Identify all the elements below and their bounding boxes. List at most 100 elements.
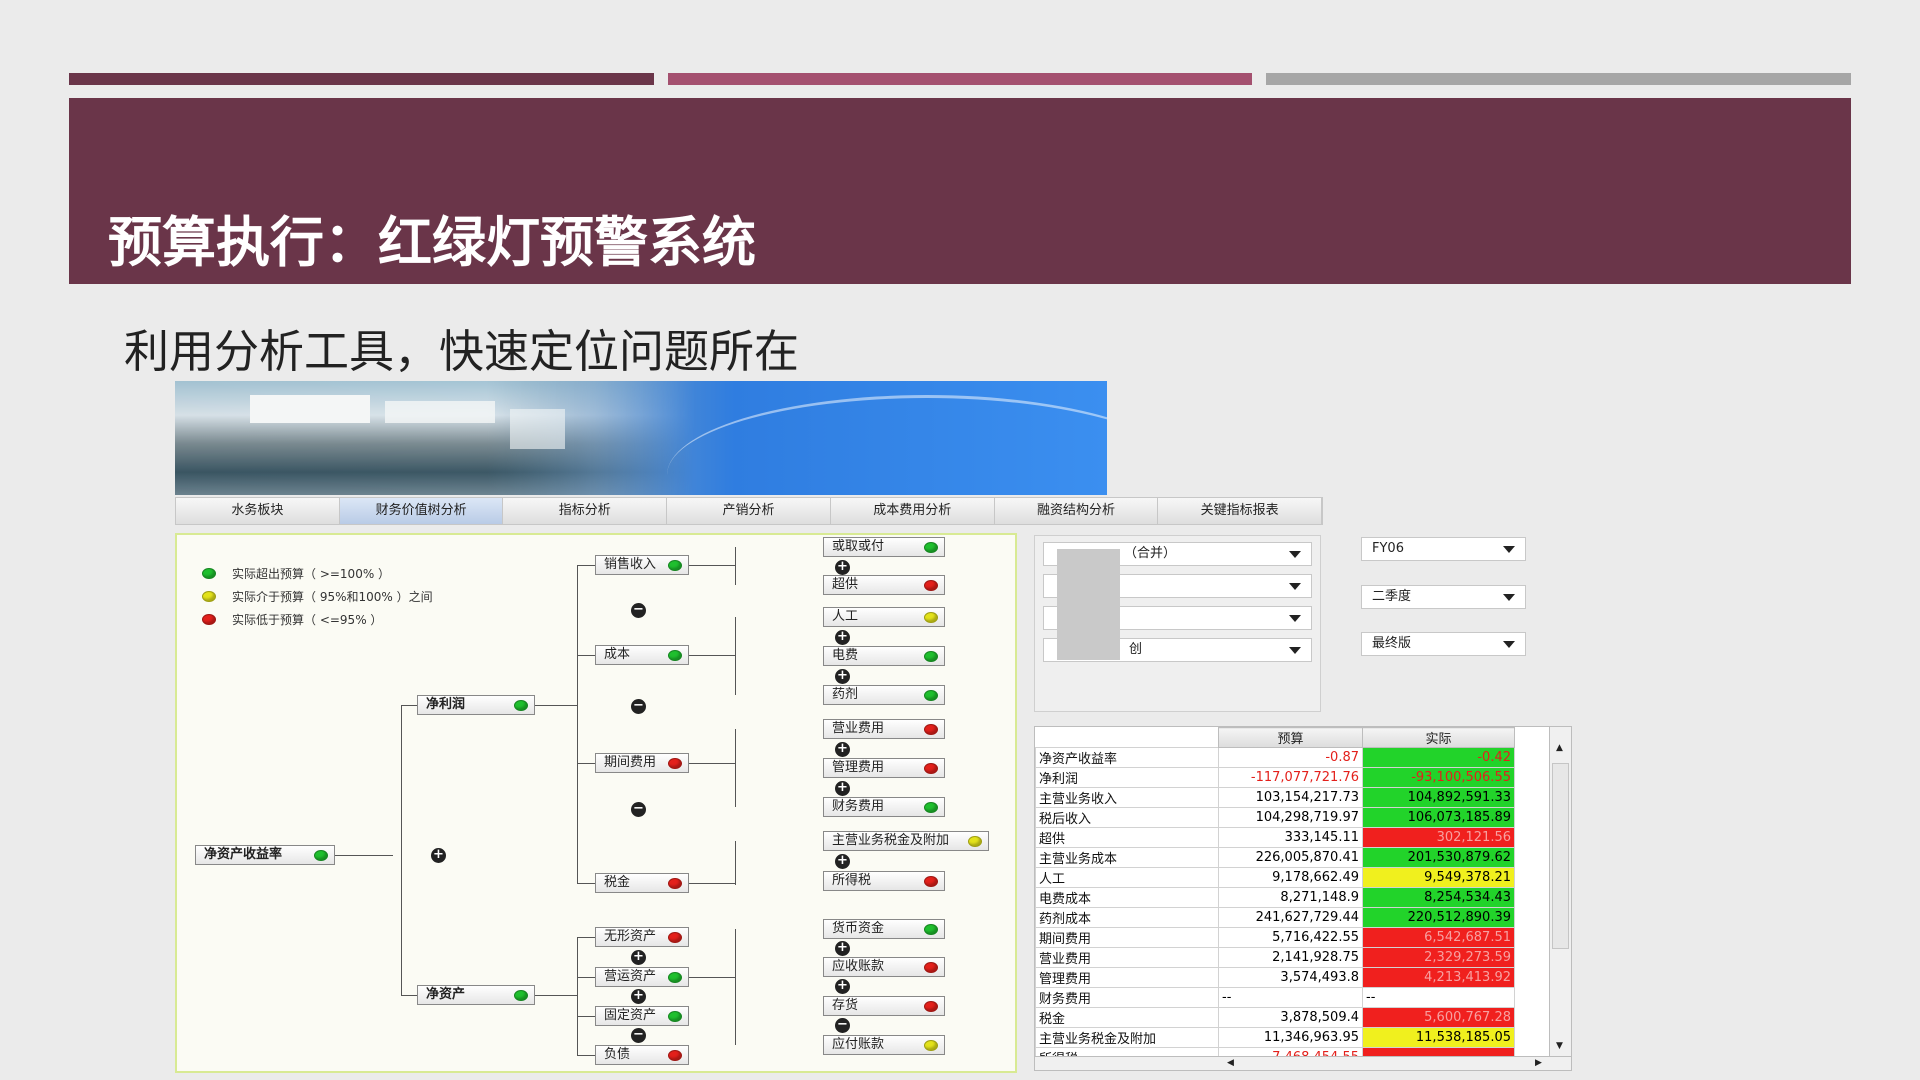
- collapse-icon[interactable]: −: [835, 1018, 850, 1033]
- tab-water[interactable]: 水务板块: [176, 498, 340, 524]
- tree-node-income-tax[interactable]: 所得税: [823, 871, 945, 891]
- header-budget[interactable]: 预算: [1218, 727, 1363, 748]
- horizontal-scrollbar[interactable]: ◀ ▶: [1035, 1056, 1571, 1070]
- collapse-icon[interactable]: −: [631, 802, 646, 817]
- tab-financing[interactable]: 融资结构分析: [994, 498, 1159, 524]
- header-actual[interactable]: 实际: [1362, 727, 1515, 748]
- year-select[interactable]: FY06: [1361, 537, 1526, 561]
- tree-node-operating-exp[interactable]: 营业费用: [823, 719, 945, 739]
- connector: [689, 565, 735, 566]
- table-row[interactable]: 税后收入 104,298,719.97 106,073,185.89: [1035, 807, 1515, 828]
- tree-node-payables[interactable]: 应付账款: [823, 1035, 945, 1055]
- budget-cell: 226,005,870.41: [1218, 847, 1363, 868]
- tree-node-roe[interactable]: 净资产收益率: [195, 845, 335, 865]
- expand-icon[interactable]: +: [631, 989, 646, 1004]
- tree-node-finance-exp[interactable]: 财务费用: [823, 797, 945, 817]
- node-label: 净资产收益率: [204, 847, 283, 862]
- tree-node-net-profit[interactable]: 净利润: [417, 695, 535, 715]
- scroll-up-icon[interactable]: ▲: [1556, 743, 1563, 753]
- table-row[interactable]: 人工 9,178,662.49 9,549,378.21: [1035, 867, 1515, 888]
- actual-cell: 106,073,185.89: [1362, 807, 1515, 828]
- tree-node-fixed-assets[interactable]: 固定资产: [595, 1006, 689, 1026]
- tree-node-inventory[interactable]: 存货: [823, 996, 945, 1016]
- node-label: 营运资产: [604, 969, 657, 984]
- tree-node-cost[interactable]: 成本: [595, 645, 689, 665]
- tree-node-admin-exp[interactable]: 管理费用: [823, 758, 945, 778]
- tree-node-labor[interactable]: 人工: [823, 607, 945, 627]
- table-row[interactable]: 主营业务成本 226,005,870.41 201,530,879.62: [1035, 847, 1515, 868]
- expand-icon[interactable]: +: [835, 669, 850, 684]
- table-row[interactable]: 药剂成本 241,627,729.44 220,512,890.39: [1035, 907, 1515, 928]
- table-row[interactable]: 期间费用 5,716,422.55 6,542,687.51: [1035, 927, 1515, 948]
- building-shape: [385, 401, 495, 423]
- expand-icon[interactable]: +: [835, 560, 850, 575]
- table-row[interactable]: 超供 333,145.11 302,121.56: [1035, 827, 1515, 848]
- table-row[interactable]: 主营业务税金及附加 11,346,963.95 11,538,185.05: [1035, 1027, 1515, 1048]
- table-row[interactable]: 净资产收益率 -0.87 -0.42: [1035, 747, 1515, 768]
- tree-node-chemicals[interactable]: 药剂: [823, 685, 945, 705]
- tree-node-receivables[interactable]: 应收账款: [823, 957, 945, 977]
- status-light-icon: [924, 690, 938, 701]
- tree-node-tax[interactable]: 税金: [595, 873, 689, 893]
- expand-icon[interactable]: +: [835, 781, 850, 796]
- table-row[interactable]: 营业费用 2,141,928.75 2,329,273.59: [1035, 947, 1515, 968]
- row-label: 营业费用: [1035, 947, 1219, 968]
- tree-node-liabilities[interactable]: 负债: [595, 1045, 689, 1065]
- connector: [735, 617, 736, 695]
- collapse-icon[interactable]: −: [631, 603, 646, 618]
- status-light-icon: [668, 1011, 682, 1022]
- scroll-thumb[interactable]: [1552, 763, 1569, 949]
- table-row[interactable]: 净利润 -117,077,721.76 -93,100,506.55: [1035, 767, 1515, 788]
- tree-node-intangible[interactable]: 无形资产: [595, 927, 689, 947]
- expand-icon[interactable]: +: [835, 979, 850, 994]
- tree-node-or-payment[interactable]: 或取或付: [823, 537, 945, 557]
- table-row[interactable]: 财务费用 -- --: [1035, 987, 1515, 1008]
- collapse-icon[interactable]: −: [631, 699, 646, 714]
- expand-icon[interactable]: +: [631, 950, 646, 965]
- node-label: 净资产: [426, 987, 466, 1002]
- quarter-select[interactable]: 二季度: [1361, 585, 1526, 609]
- legend-label: 实际低于预算（ <=95% ）: [232, 613, 383, 627]
- row-label: 财务费用: [1035, 987, 1219, 1008]
- redaction-block: [1057, 549, 1120, 660]
- tab-kpi-report[interactable]: 关键指标报表: [1158, 498, 1323, 524]
- table-row[interactable]: 管理费用 3,574,493.8 4,213,413.92: [1035, 967, 1515, 988]
- table-row[interactable]: 电费成本 8,271,148.9 8,254,534.43: [1035, 887, 1515, 908]
- status-light-icon: [924, 724, 938, 735]
- tree-node-over-supply[interactable]: 超供: [823, 575, 945, 595]
- tab-cost-expense[interactable]: 成本费用分析: [830, 498, 995, 524]
- expand-icon[interactable]: +: [835, 742, 850, 757]
- expand-icon[interactable]: +: [835, 941, 850, 956]
- node-label: 应收账款: [832, 959, 885, 974]
- expand-icon[interactable]: +: [835, 630, 850, 645]
- version-select[interactable]: 最终版: [1361, 632, 1526, 656]
- tab-production-sales[interactable]: 产销分析: [667, 498, 831, 524]
- tree-node-sales-revenue[interactable]: 销售收入: [595, 555, 689, 575]
- expand-icon[interactable]: +: [431, 848, 446, 863]
- status-light-icon: [924, 1040, 938, 1051]
- tree-node-working-capital[interactable]: 营运资产: [595, 967, 689, 987]
- building-shape: [250, 395, 370, 423]
- budget-cell: 3,878,509.4: [1218, 1007, 1363, 1028]
- node-label: 药剂: [832, 687, 859, 702]
- scroll-left-icon[interactable]: ◀: [1227, 1058, 1234, 1068]
- status-light-icon: [924, 542, 938, 553]
- status-light-icon: [668, 1050, 682, 1061]
- connector: [401, 705, 417, 706]
- tree-node-period-expense[interactable]: 期间费用: [595, 753, 689, 773]
- scroll-right-icon[interactable]: ▶: [1535, 1058, 1542, 1068]
- tree-node-electricity[interactable]: 电费: [823, 646, 945, 666]
- status-light-icon: [924, 580, 938, 591]
- tree-node-main-tax[interactable]: 主营业务税金及附加: [823, 831, 989, 851]
- tab-value-tree[interactable]: 财务价值树分析: [339, 498, 504, 524]
- collapse-icon[interactable]: −: [631, 1028, 646, 1043]
- table-row[interactable]: 税金 3,878,509.4 5,600,767.28: [1035, 1007, 1515, 1028]
- tab-indicator[interactable]: 指标分析: [503, 498, 668, 524]
- vertical-scrollbar[interactable]: ▲ ▼: [1549, 727, 1571, 1070]
- expand-icon[interactable]: +: [835, 854, 850, 869]
- budget-cell: 9,178,662.49: [1218, 867, 1363, 888]
- table-row[interactable]: 主营业务收入 103,154,217.73 104,892,591.33: [1035, 787, 1515, 808]
- scroll-down-icon[interactable]: ▼: [1556, 1041, 1563, 1051]
- tree-node-cash[interactable]: 货币资金: [823, 919, 945, 939]
- tree-node-net-assets[interactable]: 净资产: [417, 985, 535, 1005]
